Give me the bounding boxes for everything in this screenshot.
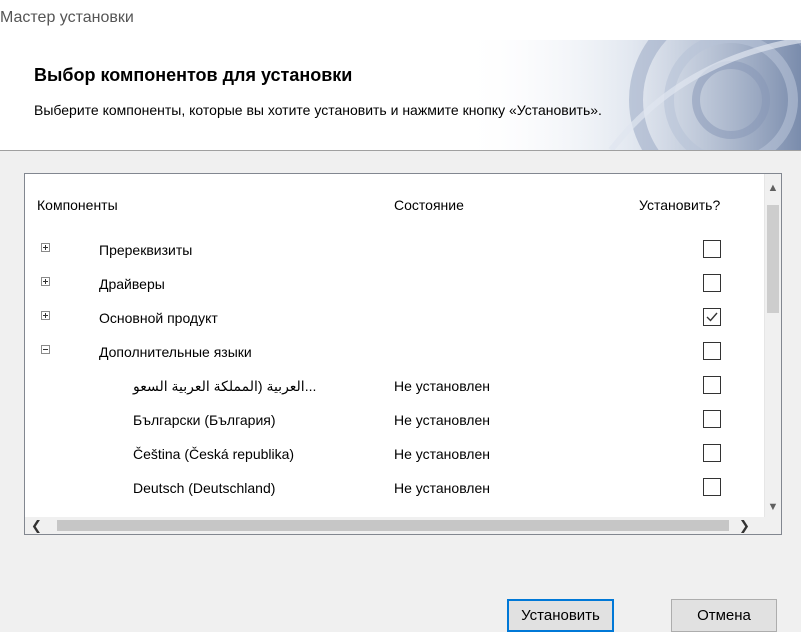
- tree-row[interactable]: Пререквизиты: [25, 234, 765, 268]
- vertical-scroll-thumb[interactable]: [767, 205, 779, 313]
- collapse-minus-icon[interactable]: [41, 345, 50, 354]
- horizontal-scrollbar[interactable]: ❮ ❯: [25, 517, 765, 534]
- checkmark-icon: [706, 312, 718, 322]
- component-status: Не установлен: [394, 412, 490, 428]
- column-header-install[interactable]: Установить?: [639, 197, 720, 213]
- tree-row[interactable]: Дополнительные языки: [25, 336, 765, 370]
- page-header: Выбор компонентов для установки Выберите…: [0, 40, 801, 150]
- horizontal-scroll-thumb[interactable]: [57, 520, 729, 531]
- component-name: العربية (المملكة العربية السعو...: [133, 378, 317, 394]
- install-checkbox[interactable]: [703, 444, 721, 462]
- component-status: Не установлен: [394, 446, 490, 462]
- tree-row[interactable]: العربية (المملكة العربية السعو... Не уста…: [25, 370, 765, 404]
- component-status: Не установлен: [394, 378, 490, 394]
- component-name: Дополнительные языки: [99, 344, 252, 360]
- vertical-scrollbar[interactable]: ▲ ▼: [764, 174, 781, 517]
- install-checkbox[interactable]: [703, 308, 721, 326]
- page-subtitle: Выберите компоненты, которые вы хотите у…: [34, 102, 602, 118]
- install-checkbox[interactable]: [703, 478, 721, 496]
- component-name: Пререквизиты: [99, 242, 193, 258]
- chevron-left-icon[interactable]: ❮: [31, 517, 43, 534]
- list-header: Компоненты Состояние Установить?: [25, 174, 765, 234]
- chevron-down-icon[interactable]: ▼: [765, 497, 781, 517]
- install-checkbox[interactable]: [703, 240, 721, 258]
- install-checkbox[interactable]: [703, 410, 721, 428]
- tree-row[interactable]: Драйверы: [25, 268, 765, 302]
- window-titlebar: Мастер установки: [0, 0, 801, 40]
- column-header-status[interactable]: Состояние: [394, 197, 464, 213]
- tree-row[interactable]: Основной продукт: [25, 302, 765, 336]
- install-checkbox[interactable]: [703, 376, 721, 394]
- tree-row[interactable]: Čeština (Česká republika) Не установлен: [25, 438, 765, 472]
- component-status: Не установлен: [394, 480, 490, 496]
- chevron-up-icon[interactable]: ▲: [765, 174, 781, 202]
- component-name: Драйверы: [99, 276, 165, 292]
- header-divider: [0, 150, 801, 151]
- install-button[interactable]: Установить: [507, 599, 614, 632]
- page-title: Выбор компонентов для установки: [34, 65, 353, 85]
- expand-plus-icon[interactable]: [41, 311, 50, 320]
- scrollbar-corner: [765, 517, 781, 534]
- component-name: Български (България): [133, 412, 276, 428]
- expand-plus-icon[interactable]: [41, 277, 50, 286]
- expand-plus-icon[interactable]: [41, 243, 50, 252]
- cancel-button[interactable]: Отмена: [671, 599, 777, 632]
- install-checkbox[interactable]: [703, 274, 721, 292]
- component-name: Основной продукт: [99, 310, 218, 326]
- header-decoration-graphic: [461, 40, 801, 150]
- window-title: Мастер установки: [0, 9, 134, 26]
- tree-row[interactable]: Deutsch (Deutschland) Не установлен: [25, 472, 765, 506]
- tree-row[interactable]: Български (България) Не установлен: [25, 404, 765, 438]
- install-checkbox[interactable]: [703, 342, 721, 360]
- chevron-right-icon[interactable]: ❯: [739, 517, 751, 534]
- components-tree-list[interactable]: Компоненты Состояние Установить? Пререкв…: [24, 173, 782, 535]
- component-name: Deutsch (Deutschland): [133, 480, 276, 496]
- component-name: Čeština (Česká republika): [133, 446, 295, 462]
- column-header-components[interactable]: Компоненты: [37, 197, 118, 213]
